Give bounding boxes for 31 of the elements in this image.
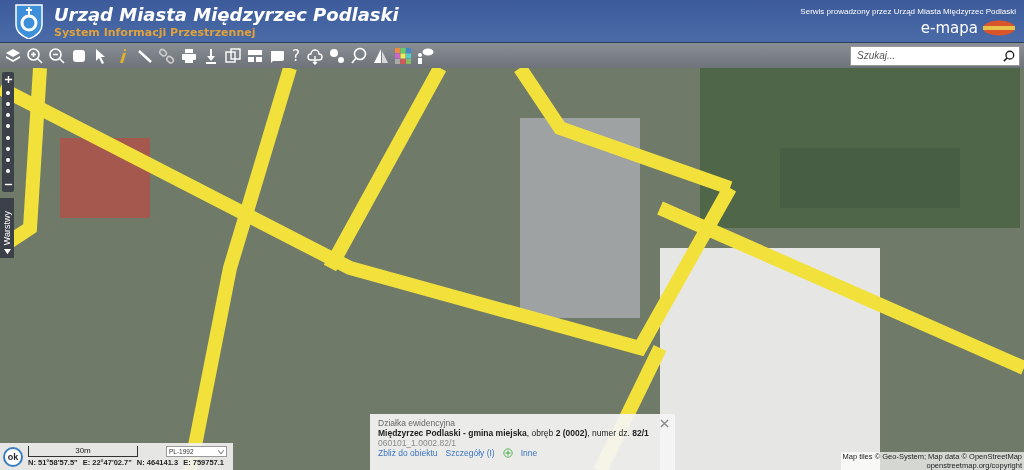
- search-field[interactable]: Szukaj...: [850, 45, 1020, 66]
- caret-icon: [218, 449, 224, 454]
- color-grid-icon[interactable]: [393, 46, 412, 65]
- popup-title: Działka ewidencyjna: [378, 418, 455, 428]
- help-button[interactable]: ?: [290, 46, 302, 65]
- layers-tab[interactable]: Warstwy: [0, 198, 14, 258]
- print-icon[interactable]: [180, 46, 198, 65]
- parcel-identifier: 060101_1.0002.82/1: [378, 438, 457, 448]
- scale-bar: 30m: [28, 446, 138, 457]
- crest-icon: [14, 3, 44, 39]
- link-icon[interactable]: [158, 46, 176, 65]
- plus-icon[interactable]: [3, 75, 13, 84]
- site-title: Urząd Miasta Międzyrzec Podlaski: [54, 3, 399, 26]
- search-zoom-icon[interactable]: [349, 46, 368, 65]
- parcel-description: Międzyrzec Podlaski - gmina miejska, obręb 2 (0002), numer dz. 82/1: [378, 428, 650, 438]
- operator-note: Serwis prowadzony przez Urząd Miasta Międzyrzec Podlaski: [800, 6, 1016, 16]
- copy-icon[interactable]: [224, 46, 242, 65]
- popup-link[interactable]: Szczegóły (I): [445, 448, 495, 458]
- site-subtitle: System Informacji Przestrzennej: [54, 25, 257, 39]
- cloud-icon[interactable]: [305, 46, 324, 65]
- zoom-out-icon[interactable]: [48, 46, 66, 65]
- popup-link[interactable]: Zbliż do obiektu: [378, 448, 438, 458]
- brand-name: e-mapa: [920, 19, 978, 36]
- globe-logo-icon: [982, 19, 1016, 36]
- person-chat-icon[interactable]: [415, 46, 434, 65]
- triangle-icon: [3, 248, 11, 255]
- close-icon[interactable]: [660, 419, 669, 428]
- more-link[interactable]: Inne: [520, 448, 538, 458]
- zoom-in-icon[interactable]: [26, 46, 44, 65]
- layers-icon[interactable]: [4, 46, 22, 65]
- ok-button[interactable]: ok: [3, 446, 23, 467]
